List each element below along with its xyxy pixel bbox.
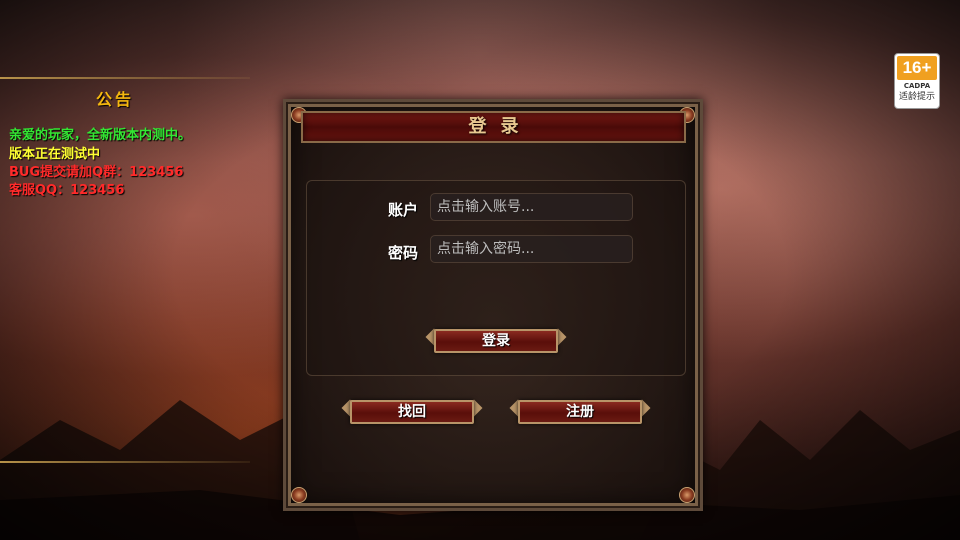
corner-ornament-icon (679, 487, 695, 503)
login-title-bar: 登录 (301, 111, 686, 143)
notice-line-4: 客服QQ：123456 (9, 183, 125, 198)
notice-line-3: BUG提交请加Q群：123456 (9, 165, 184, 180)
recover-button[interactable]: 找回 (350, 400, 474, 424)
password-input[interactable] (430, 235, 633, 263)
notice-line-2: 版本正在测试中 (9, 147, 101, 162)
account-label: 账户 (388, 201, 419, 219)
age-rating-number: 16+ (897, 56, 937, 80)
login-button[interactable]: 登录 (434, 329, 558, 353)
register-button-wrap: 注册 (509, 399, 651, 424)
notice-line-1: 亲爱的玩家，全新版本内测中。 (9, 128, 192, 143)
login-button-wrap: 登录 (425, 328, 567, 353)
notice-top-divider (0, 77, 250, 79)
password-label: 密码 (388, 244, 419, 262)
age-rating-tip: 适龄提示 (898, 92, 935, 102)
recover-button-wrap: 找回 (341, 399, 483, 424)
corner-ornament-icon (291, 487, 307, 503)
register-button[interactable]: 注册 (518, 400, 642, 424)
account-input[interactable] (430, 193, 633, 221)
notice-bottom-divider (0, 461, 250, 463)
login-title: 登录 (468, 116, 533, 137)
login-panel: 登录 账户 密码 登录 找回 注册 (283, 99, 703, 511)
age-rating-org: CADPA (903, 82, 931, 90)
age-rating-badge[interactable]: 16+ CADPA 适龄提示 (894, 53, 940, 109)
notice-title: 公告 (96, 90, 135, 109)
